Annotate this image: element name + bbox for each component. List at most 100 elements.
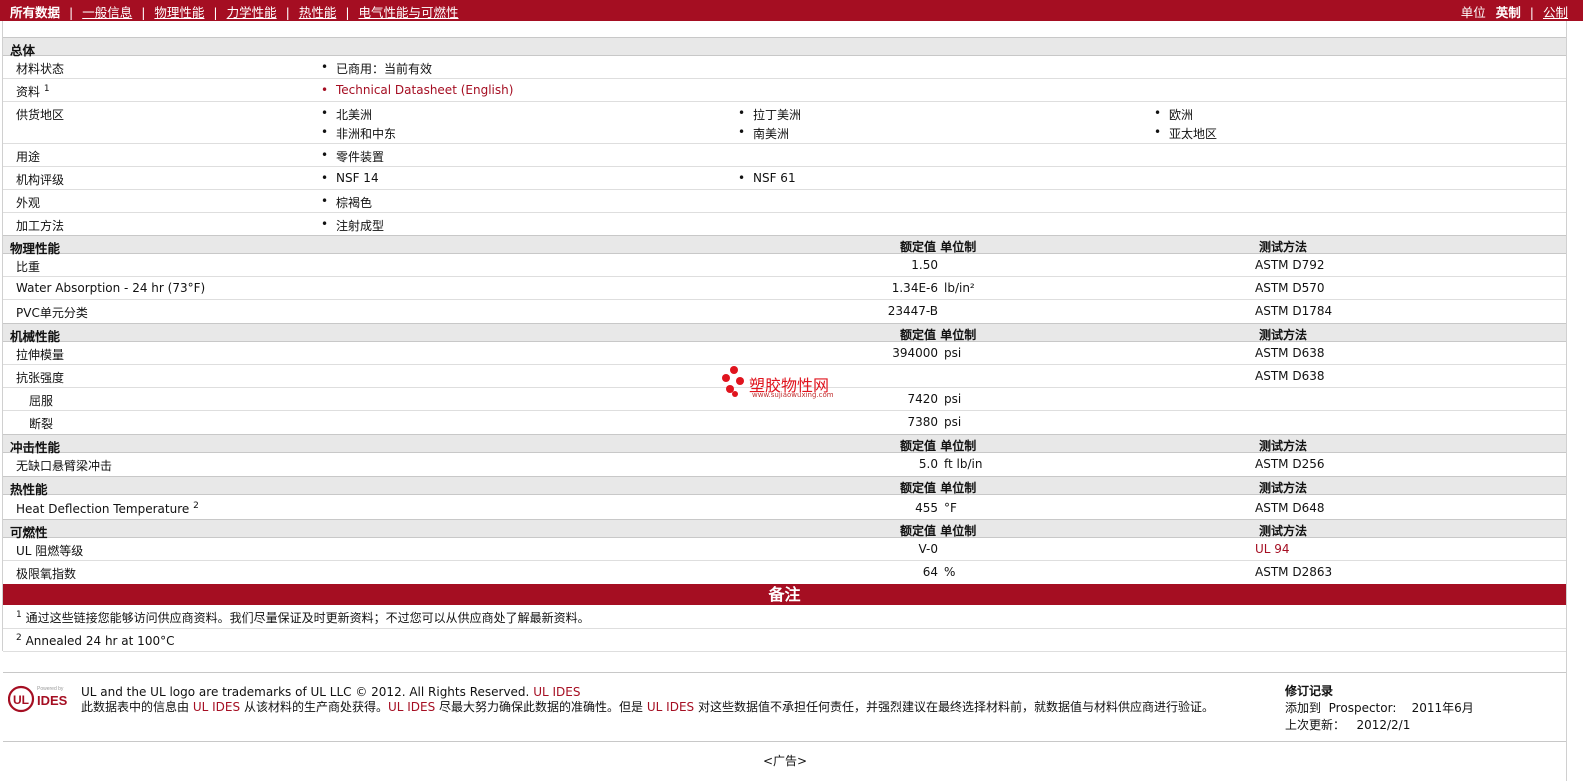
test-method: ASTM D256	[1255, 457, 1325, 471]
table-row: 极限氧指数 64 % ASTM D2863	[3, 561, 1566, 584]
note-row: 1 通过这些链接您能够访问供应商资料。我们尽量保证及时更新资料；不过您可以从供应…	[3, 605, 1566, 629]
notes-header: 备注	[3, 584, 1566, 605]
unit-metric[interactable]: 公制	[1543, 5, 1568, 20]
property-unit: °F	[944, 501, 957, 515]
list-item: 欧洲	[1154, 106, 1193, 123]
ul-ides-link[interactable]: UL IDES	[647, 700, 694, 714]
revision-history: 修订记录 添加到 Prospector: 2011年6月 上次更新： 2012/…	[1285, 683, 1474, 734]
table-row: UL 阻燃等级 V-0 UL 94	[3, 538, 1566, 561]
datasheet-link[interactable]: Technical Datasheet (English)	[321, 83, 513, 97]
section-thermal: 热性能 额定值 单位制 测试方法	[3, 476, 1566, 497]
nav-link-thermal[interactable]: 热性能	[299, 5, 337, 20]
method-header: 测试方法	[1259, 240, 1308, 254]
test-method: ASTM D570	[1255, 281, 1325, 295]
property-label: PVC单元分类	[16, 306, 88, 320]
property-value: 7380	[907, 415, 938, 429]
column-headers: 额定值 单位制	[900, 240, 977, 254]
nav-link-electrical[interactable]: 电气性能与可燃性	[359, 5, 459, 20]
property-value: 64	[922, 565, 938, 579]
property-value: 1.50	[911, 258, 938, 272]
ul-ides-link[interactable]: UL IDES	[388, 700, 435, 714]
list-item: 北美洲	[321, 106, 372, 123]
test-method: ASTM D648	[1255, 501, 1325, 515]
top-nav-bar: 所有数据 | 一般信息 | 物理性能 | 力学性能 | 热性能 | 电气性能与可…	[0, 0, 1583, 21]
svg-text:IDES: IDES	[37, 693, 68, 708]
nav-link-physical[interactable]: 物理性能	[154, 5, 204, 20]
row-label: 加工方法	[16, 219, 65, 233]
note-text: 2 Annealed 24 hr at 100°C	[16, 633, 175, 648]
table-row: 断裂 7380 psi	[3, 411, 1566, 434]
property-label: 比重	[16, 260, 41, 274]
watermark-dots-icon	[720, 366, 746, 398]
list-item: 零件装置	[321, 148, 384, 165]
disclaimer: 此数据表中的信息由 UL IDES 从该材料的生产商处获得。UL IDES 尽最…	[81, 700, 1214, 714]
column-headers: 额定值 单位制	[900, 328, 977, 342]
section-general: 总体	[3, 37, 1566, 58]
nav-all-data[interactable]: 所有数据	[10, 2, 60, 21]
property-value: 5.0	[918, 457, 938, 471]
property-label: Heat Deflection Temperature 2	[16, 501, 199, 516]
table-row: 无缺口悬臂梁冲击 5.0 ft lb/in ASTM D256	[3, 453, 1566, 476]
test-method: ASTM D2863	[1255, 565, 1333, 579]
method-header: 测试方法	[1259, 328, 1308, 342]
list-item: 棕褐色	[321, 194, 372, 211]
divider	[3, 741, 1566, 742]
property-value: 394000	[892, 346, 938, 360]
row-label: 机构评级	[16, 173, 65, 187]
section-impact: 冲击性能 额定值 单位制 测试方法	[3, 434, 1566, 455]
unit-english[interactable]: 英制	[1496, 5, 1521, 20]
list-item: 南美洲	[738, 125, 789, 142]
note-text: 1 通过这些链接您能够访问供应商资料。我们尽量保证及时更新资料；不过您可以从供应…	[16, 610, 590, 625]
row-label: 资料 1	[16, 84, 50, 99]
column-headers: 额定值 单位制	[900, 439, 977, 453]
property-unit: psi	[944, 346, 962, 360]
row-uses: 用途 零件装置	[3, 144, 1566, 167]
units-label: 单位	[1460, 5, 1486, 20]
section-physical: 物理性能 额定值 单位制 测试方法	[3, 235, 1566, 256]
revision-title: 修订记录	[1285, 684, 1334, 698]
added-line: 添加到 Prospector: 2011年6月	[1285, 701, 1474, 715]
footer: UL Powered by IDES UL and the UL logo ar…	[3, 672, 1566, 743]
property-unit: %	[944, 565, 956, 579]
note-row: 2 Annealed 24 hr at 100°C	[3, 629, 1566, 652]
nav-link-general[interactable]: 一般信息	[82, 5, 132, 20]
list-item: NSF 14	[321, 171, 378, 185]
row-supply-regions: 供货地区 北美洲 拉丁美洲 欧洲 非洲和中东 南美洲 亚太地区	[3, 102, 1566, 144]
property-label: Water Absorption - 24 hr (73°F)	[16, 281, 206, 295]
property-value: 1.34E-6	[891, 281, 938, 295]
property-label: 极限氧指数	[16, 567, 77, 581]
property-unit: psi	[944, 392, 962, 406]
right-border	[1566, 21, 1567, 781]
row-agency-ratings: 机构评级 NSF 14 NSF 61	[3, 167, 1566, 190]
column-headers: 额定值 单位制	[900, 524, 977, 538]
list-item: 注射成型	[321, 217, 384, 234]
table-row: PVC单元分类 23447-B ASTM D1784	[3, 300, 1566, 323]
ul94-link[interactable]: UL 94	[1255, 542, 1290, 556]
ul-ides-link[interactable]: UL IDES	[193, 700, 240, 714]
property-label: UL 阻燃等级	[16, 544, 84, 558]
ul-ides-logo: UL Powered by IDES	[7, 683, 74, 713]
property-value: 23447-B	[887, 304, 938, 318]
property-unit: lb/in²	[944, 281, 975, 295]
property-label: 拉伸模量	[16, 348, 65, 362]
unit-switcher: 单位 英制 | 公制	[1460, 5, 1568, 20]
ul-ides-link[interactable]: UL IDES	[533, 685, 580, 699]
test-method: ASTM D1784	[1255, 304, 1333, 318]
test-method: ASTM D792	[1255, 258, 1325, 272]
property-value: V-0	[918, 542, 938, 556]
list-item: 已商用：当前有效	[321, 60, 432, 77]
table-row: Water Absorption - 24 hr (73°F) 1.34E-6 …	[3, 277, 1566, 300]
updated-line: 上次更新： 2012/2/1	[1285, 718, 1411, 732]
test-method: ASTM D638	[1255, 346, 1325, 360]
test-method: ASTM D638	[1255, 369, 1325, 383]
property-label: 抗张强度	[16, 371, 65, 385]
footnote-ref: 1	[43, 84, 50, 94]
section-mechanical: 机械性能 额定值 单位制 测试方法	[3, 323, 1566, 344]
footer-text: UL and the UL logo are trademarks of UL …	[81, 685, 1271, 715]
method-header: 测试方法	[1259, 524, 1308, 538]
watermark-url: www.sujiaowuxing.com	[752, 391, 834, 399]
list-item: NSF 61	[738, 171, 795, 185]
ad-label: <广告>	[763, 754, 808, 768]
nav-link-mechanical[interactable]: 力学性能	[227, 5, 277, 20]
row-processing: 加工方法 注射成型	[3, 213, 1566, 236]
